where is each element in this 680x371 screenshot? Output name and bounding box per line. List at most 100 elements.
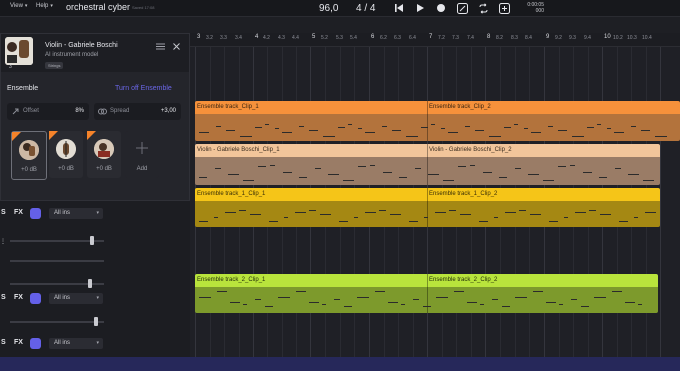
ensemble-slot-1[interactable]: +0 dB	[11, 131, 47, 180]
midi-note	[216, 126, 221, 127]
midi-note	[250, 214, 261, 215]
midi-note	[365, 132, 375, 133]
midi-note	[443, 180, 454, 181]
midi-note	[199, 221, 208, 222]
midi-note	[504, 127, 511, 128]
clip-ensemble-track[interactable]: Ensemble track_Clip_1 Ensemble track_Cli…	[195, 101, 680, 141]
midi-note	[390, 214, 401, 215]
midi-note	[199, 297, 211, 298]
midi-note	[564, 217, 568, 218]
offset-icon	[12, 108, 19, 115]
midi-note	[449, 210, 456, 211]
clip-name: Violin - Gabriele Boschi_Clip_2	[429, 147, 512, 153]
midi-note	[424, 217, 428, 218]
midi-note	[299, 177, 307, 178]
midi-note	[594, 297, 606, 298]
add-label: Add	[136, 166, 148, 172]
midi-note	[475, 130, 484, 131]
midi-note	[383, 172, 392, 173]
midi-note	[612, 291, 622, 292]
spread-value: +3,00	[160, 108, 176, 114]
midi-note	[265, 124, 269, 125]
midi-note	[278, 297, 290, 298]
turn-off-ensemble-button[interactable]: Turn off Ensemble	[115, 85, 172, 92]
midi-note	[315, 168, 321, 169]
midi-note	[320, 214, 331, 215]
midi-note	[275, 128, 279, 129]
midi-note	[283, 172, 292, 173]
midi-note	[615, 168, 621, 169]
midi-note	[589, 210, 596, 211]
ensemble-slot-3[interactable]: +0 dB	[87, 131, 121, 178]
midi-note	[215, 168, 221, 169]
midi-note	[365, 212, 376, 213]
midi-note	[230, 302, 240, 303]
midi-note	[334, 299, 340, 300]
midi-note	[572, 136, 584, 137]
midi-note	[228, 174, 239, 175]
menu-icon[interactable]	[156, 43, 165, 50]
instrument-panel: 3 Violin - Gabriele Boschi AI instrument…	[0, 33, 190, 201]
midi-note	[399, 177, 407, 178]
midi-note	[467, 302, 477, 303]
selected-track-band[interactable]	[0, 357, 680, 371]
midi-note	[480, 304, 484, 305]
offset-control[interactable]: Offset 8%	[7, 103, 89, 120]
midi-note	[549, 221, 558, 222]
midi-note	[515, 168, 521, 169]
midi-note	[269, 221, 278, 222]
midi-note	[587, 127, 594, 128]
spread-control[interactable]: Spread +3,00	[94, 103, 181, 120]
ensemble-label: Ensemble	[7, 85, 39, 92]
midi-note	[435, 212, 446, 213]
midi-note	[255, 127, 262, 128]
midi-note	[483, 172, 492, 173]
add-slot-button[interactable]: Add	[125, 131, 159, 178]
midi-note	[436, 297, 448, 298]
midi-note	[558, 130, 567, 131]
midi-note	[533, 291, 543, 292]
midi-note	[225, 212, 236, 213]
midi-note	[296, 291, 306, 292]
midi-note	[348, 124, 352, 125]
slot-gain: +0 dB	[96, 166, 112, 172]
midi-note	[628, 174, 639, 175]
midi-note	[270, 165, 275, 166]
clip-divider	[427, 101, 428, 141]
midi-note	[309, 210, 316, 211]
midi-note	[226, 130, 235, 131]
midi-note	[546, 302, 556, 303]
midi-note	[339, 221, 348, 222]
midi-note	[323, 136, 335, 137]
midi-note	[458, 166, 466, 167]
midi-note	[214, 217, 218, 218]
midi-note	[505, 212, 516, 213]
midi-note	[239, 210, 246, 211]
midi-note	[375, 291, 385, 292]
midi-note	[454, 291, 464, 292]
midi-note	[328, 174, 339, 175]
instrument-tag: Strings	[45, 62, 64, 69]
midi-note	[514, 124, 518, 125]
clip-name: Ensemble track_2_Clip_1	[197, 277, 266, 283]
close-icon[interactable]	[173, 43, 180, 50]
midi-note	[625, 302, 635, 303]
midi-note	[489, 136, 501, 137]
midi-note	[243, 180, 254, 181]
clip-ensemble-track-2[interactable]: Ensemble track_2_Clip_1 Ensemble track_2…	[195, 274, 658, 313]
midi-note	[638, 304, 642, 305]
instrument-count: 3	[9, 64, 12, 70]
midi-note	[641, 130, 650, 131]
midi-note	[258, 166, 266, 167]
midi-note	[379, 210, 386, 211]
midi-note	[502, 306, 510, 307]
clip-violin[interactable]: Violin - Gabriele Boschi_Clip_1 Violin -…	[195, 144, 660, 185]
midi-note	[531, 132, 541, 133]
ensemble-slot-2[interactable]: +0 dB	[49, 131, 83, 178]
midi-note	[354, 217, 358, 218]
midi-note	[655, 136, 667, 137]
midi-note	[344, 306, 352, 307]
midi-note	[199, 177, 207, 178]
midi-note	[406, 136, 418, 137]
clip-ensemble-track-1[interactable]: Ensemble track_1_Clip_1 Ensemble track_1…	[195, 188, 660, 227]
